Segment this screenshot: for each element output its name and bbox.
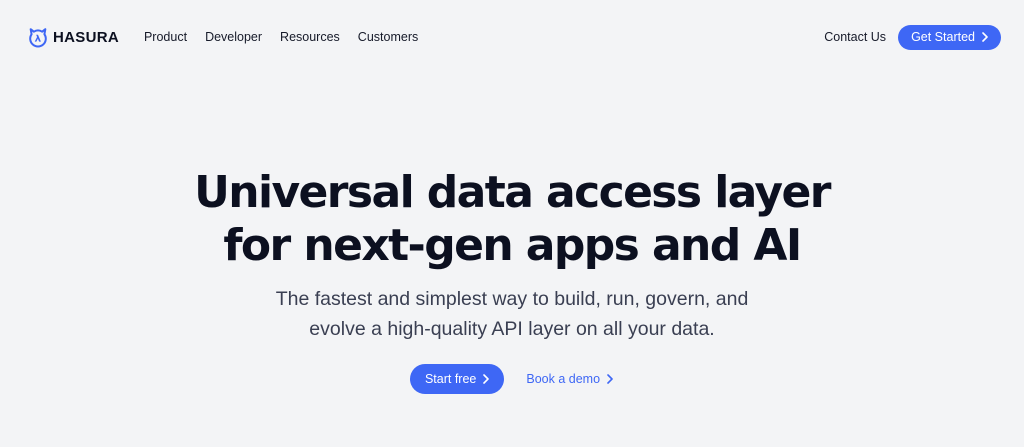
chevron-right-icon <box>982 32 988 42</box>
top-navigation: HASURA Product Developer Resources Custo… <box>0 0 1024 74</box>
main-menu: Product Developer Resources Customers <box>144 30 418 44</box>
hero-title: Universal data access layer for next-gen… <box>0 166 1024 272</box>
hero-section: Universal data access layer for next-gen… <box>0 166 1024 394</box>
hero-subtitle-line: evolve a high-quality API layer on all y… <box>309 318 715 340</box>
hasura-logo-icon <box>29 28 47 48</box>
page: HASURA Product Developer Resources Custo… <box>0 0 1024 447</box>
hero-subtitle-line: The fastest and simplest way to build, r… <box>275 288 749 310</box>
book-a-demo-link[interactable]: Book a demo <box>526 372 614 386</box>
get-started-label: Get Started <box>911 30 975 44</box>
brand-logo[interactable]: HASURA <box>27 26 119 48</box>
chevron-right-icon <box>607 374 613 384</box>
start-free-button[interactable]: Start free <box>409 364 505 394</box>
nav-actions: Contact Us Get Started <box>824 24 1001 50</box>
book-a-demo-label: Book a demo <box>526 372 601 386</box>
hero-actions: Start free Book a demo <box>0 364 1024 394</box>
hero-title-line: for next-gen apps and AI <box>223 220 802 271</box>
nav-item-resources[interactable]: Resources <box>280 30 340 44</box>
get-started-button[interactable]: Get Started <box>898 24 1001 50</box>
chevron-right-icon <box>483 374 490 384</box>
hero-title-line: Universal data access layer <box>194 167 831 218</box>
nav-item-product[interactable]: Product <box>144 30 187 44</box>
start-free-label: Start free <box>424 372 477 386</box>
contact-us-link[interactable]: Contact Us <box>824 30 886 44</box>
nav-item-developer[interactable]: Developer <box>205 30 262 44</box>
hero-subtitle: The fastest and simplest way to build, r… <box>0 284 1024 344</box>
nav-item-customers[interactable]: Customers <box>358 30 418 44</box>
brand-name: HASURA <box>53 28 119 46</box>
